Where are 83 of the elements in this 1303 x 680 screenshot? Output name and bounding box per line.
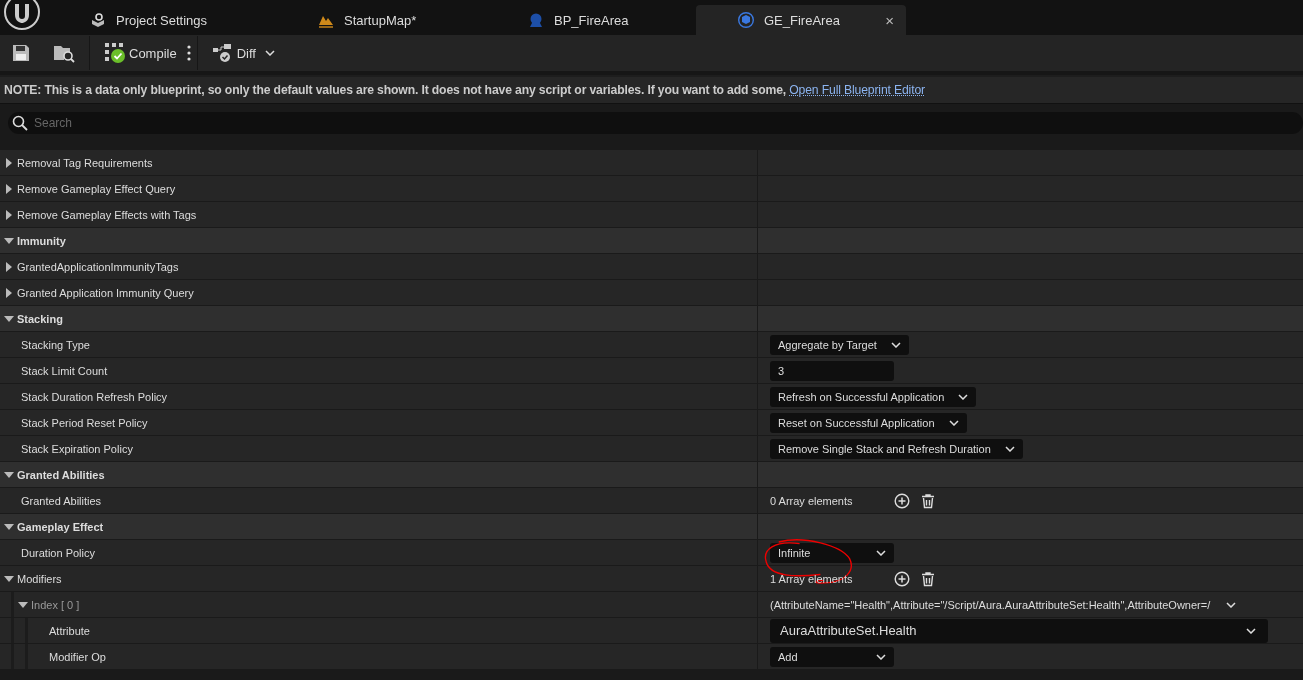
property-label: Stack Limit Count bbox=[21, 364, 108, 377]
dropdown[interactable]: Infinite bbox=[770, 542, 894, 563]
category-header[interactable]: Stacking bbox=[0, 306, 1303, 332]
category-header[interactable]: Granted Abilities bbox=[0, 462, 1303, 488]
dropdown-caret-icon bbox=[264, 50, 275, 56]
dropdown[interactable]: Add bbox=[770, 646, 894, 667]
property-row[interactable]: Removal Tag Requirements bbox=[0, 150, 1303, 176]
tab[interactable]: Project Settings bbox=[66, 5, 276, 35]
array-count: 0 Array elements bbox=[770, 494, 854, 507]
property-row[interactable]: Remove Gameplay Effects with Tags bbox=[0, 202, 1303, 228]
expanded-arrow-icon[interactable] bbox=[4, 469, 14, 480]
category-header[interactable]: Immunity bbox=[0, 228, 1303, 254]
dropdown[interactable]: Refresh on Successful Application bbox=[770, 386, 977, 407]
property-label: Removal Tag Requirements bbox=[17, 156, 153, 169]
expanded-arrow-icon[interactable] bbox=[4, 313, 14, 324]
compile-success-icon bbox=[104, 42, 126, 64]
dropdown-caret-icon bbox=[890, 341, 901, 348]
trash-icon[interactable] bbox=[920, 570, 936, 587]
collapsed-arrow-icon[interactable] bbox=[4, 287, 14, 298]
tab[interactable]: BP_FireArea bbox=[486, 5, 696, 35]
expanded-arrow-icon[interactable] bbox=[4, 573, 14, 584]
dropdown-caret-icon bbox=[1246, 627, 1256, 634]
collapsed-arrow-icon[interactable] bbox=[4, 209, 14, 220]
property-label: Attribute bbox=[49, 624, 90, 637]
property-label: Granted Abilities bbox=[17, 468, 105, 481]
dropdown-caret-icon bbox=[948, 419, 959, 426]
more-options-icon[interactable] bbox=[186, 45, 191, 61]
property-label: Gameplay Effect bbox=[17, 520, 104, 533]
dropdown-caret-icon bbox=[1004, 445, 1015, 452]
search-icon bbox=[12, 115, 28, 131]
compile-button[interactable]: Compile bbox=[98, 42, 183, 64]
property-label: Index [ 0 ] bbox=[31, 598, 80, 611]
trash-icon[interactable] bbox=[920, 492, 936, 509]
property-label: Stack Period Reset Policy bbox=[21, 416, 148, 429]
dropdown[interactable]: Aggregate by Target bbox=[770, 334, 909, 355]
expanded-arrow-icon[interactable] bbox=[18, 599, 28, 610]
expanded-arrow-icon[interactable] bbox=[4, 521, 14, 532]
property-label: Remove Gameplay Effect Query bbox=[17, 182, 176, 195]
property-label: GrantedApplicationImmunityTags bbox=[17, 260, 179, 273]
expanded-arrow-icon[interactable] bbox=[4, 235, 14, 246]
dropdown-caret-icon bbox=[876, 549, 886, 556]
dropdown-caret-icon bbox=[876, 653, 886, 660]
search-field[interactable]: Search bbox=[8, 112, 1303, 134]
save-icon[interactable] bbox=[11, 43, 31, 63]
property-label: Stack Duration Refresh Policy bbox=[21, 390, 168, 403]
property-label: Remove Gameplay Effects with Tags bbox=[17, 208, 197, 221]
dropdown[interactable]: AuraAttributeSet.Health bbox=[770, 618, 1268, 643]
gear-cube-icon bbox=[90, 12, 106, 28]
open-editor-link[interactable]: Open Full Blueprint Editor bbox=[789, 83, 925, 97]
tab[interactable]: StartupMap* bbox=[276, 5, 486, 35]
dropdown[interactable]: Reset on Successful Application bbox=[770, 412, 967, 433]
property-label: Modifiers bbox=[17, 572, 62, 585]
collapsed-arrow-icon[interactable] bbox=[4, 183, 14, 194]
number-field[interactable]: 3 bbox=[770, 360, 894, 381]
diff-icon bbox=[211, 43, 234, 63]
tab[interactable]: GE_FireArea × bbox=[696, 5, 906, 35]
property-label: Immunity bbox=[17, 234, 66, 247]
diff-button[interactable]: Diff bbox=[205, 43, 281, 63]
dropdown-caret-icon bbox=[1226, 601, 1237, 608]
collapsed-arrow-icon[interactable] bbox=[4, 157, 14, 168]
property-row[interactable]: Index [ 0 ] (AttributeName="Health",Attribute="/Script/Aura.AuraAttributeSet:Health",AttributeOwner=/ bbox=[0, 592, 1303, 618]
property-label: Stacking bbox=[17, 312, 63, 325]
folder-search-icon[interactable] bbox=[53, 43, 75, 63]
property-row[interactable]: GrantedApplicationImmunityTags bbox=[0, 254, 1303, 280]
add-icon[interactable] bbox=[894, 570, 910, 587]
property-label: Stack Expiration Policy bbox=[21, 442, 133, 455]
property-label: Stacking Type bbox=[21, 338, 90, 351]
dropdown[interactable]: Remove Single Stack and Refresh Duration bbox=[770, 438, 1023, 459]
struct-value: (AttributeName="Health",Attribute="/Script/Aura.AuraAttributeSet:Health",AttributeOwner=/ bbox=[770, 598, 1211, 611]
blueprint-icon bbox=[528, 12, 544, 28]
dropdown-caret-icon bbox=[958, 393, 969, 400]
property-label: Granted Application Immunity Query bbox=[17, 286, 194, 299]
category-header[interactable]: Gameplay Effect bbox=[0, 514, 1303, 540]
property-label: Granted Abilities bbox=[21, 494, 102, 507]
cube-icon bbox=[738, 12, 754, 28]
property-label: Duration Policy bbox=[21, 546, 95, 559]
note-text: NOTE: This is a data only blueprint, so only the default values are shown. It does not have any script or variables. If you want to add some, Open Full Blueprint Editor bbox=[4, 83, 925, 97]
property-row[interactable]: Granted Application Immunity Query bbox=[0, 280, 1303, 306]
close-icon[interactable]: × bbox=[885, 11, 894, 29]
property-row[interactable]: Remove Gameplay Effect Query bbox=[0, 176, 1303, 202]
collapsed-arrow-icon[interactable] bbox=[4, 261, 14, 272]
add-icon[interactable] bbox=[894, 492, 910, 509]
property-label: Modifier Op bbox=[49, 650, 106, 663]
